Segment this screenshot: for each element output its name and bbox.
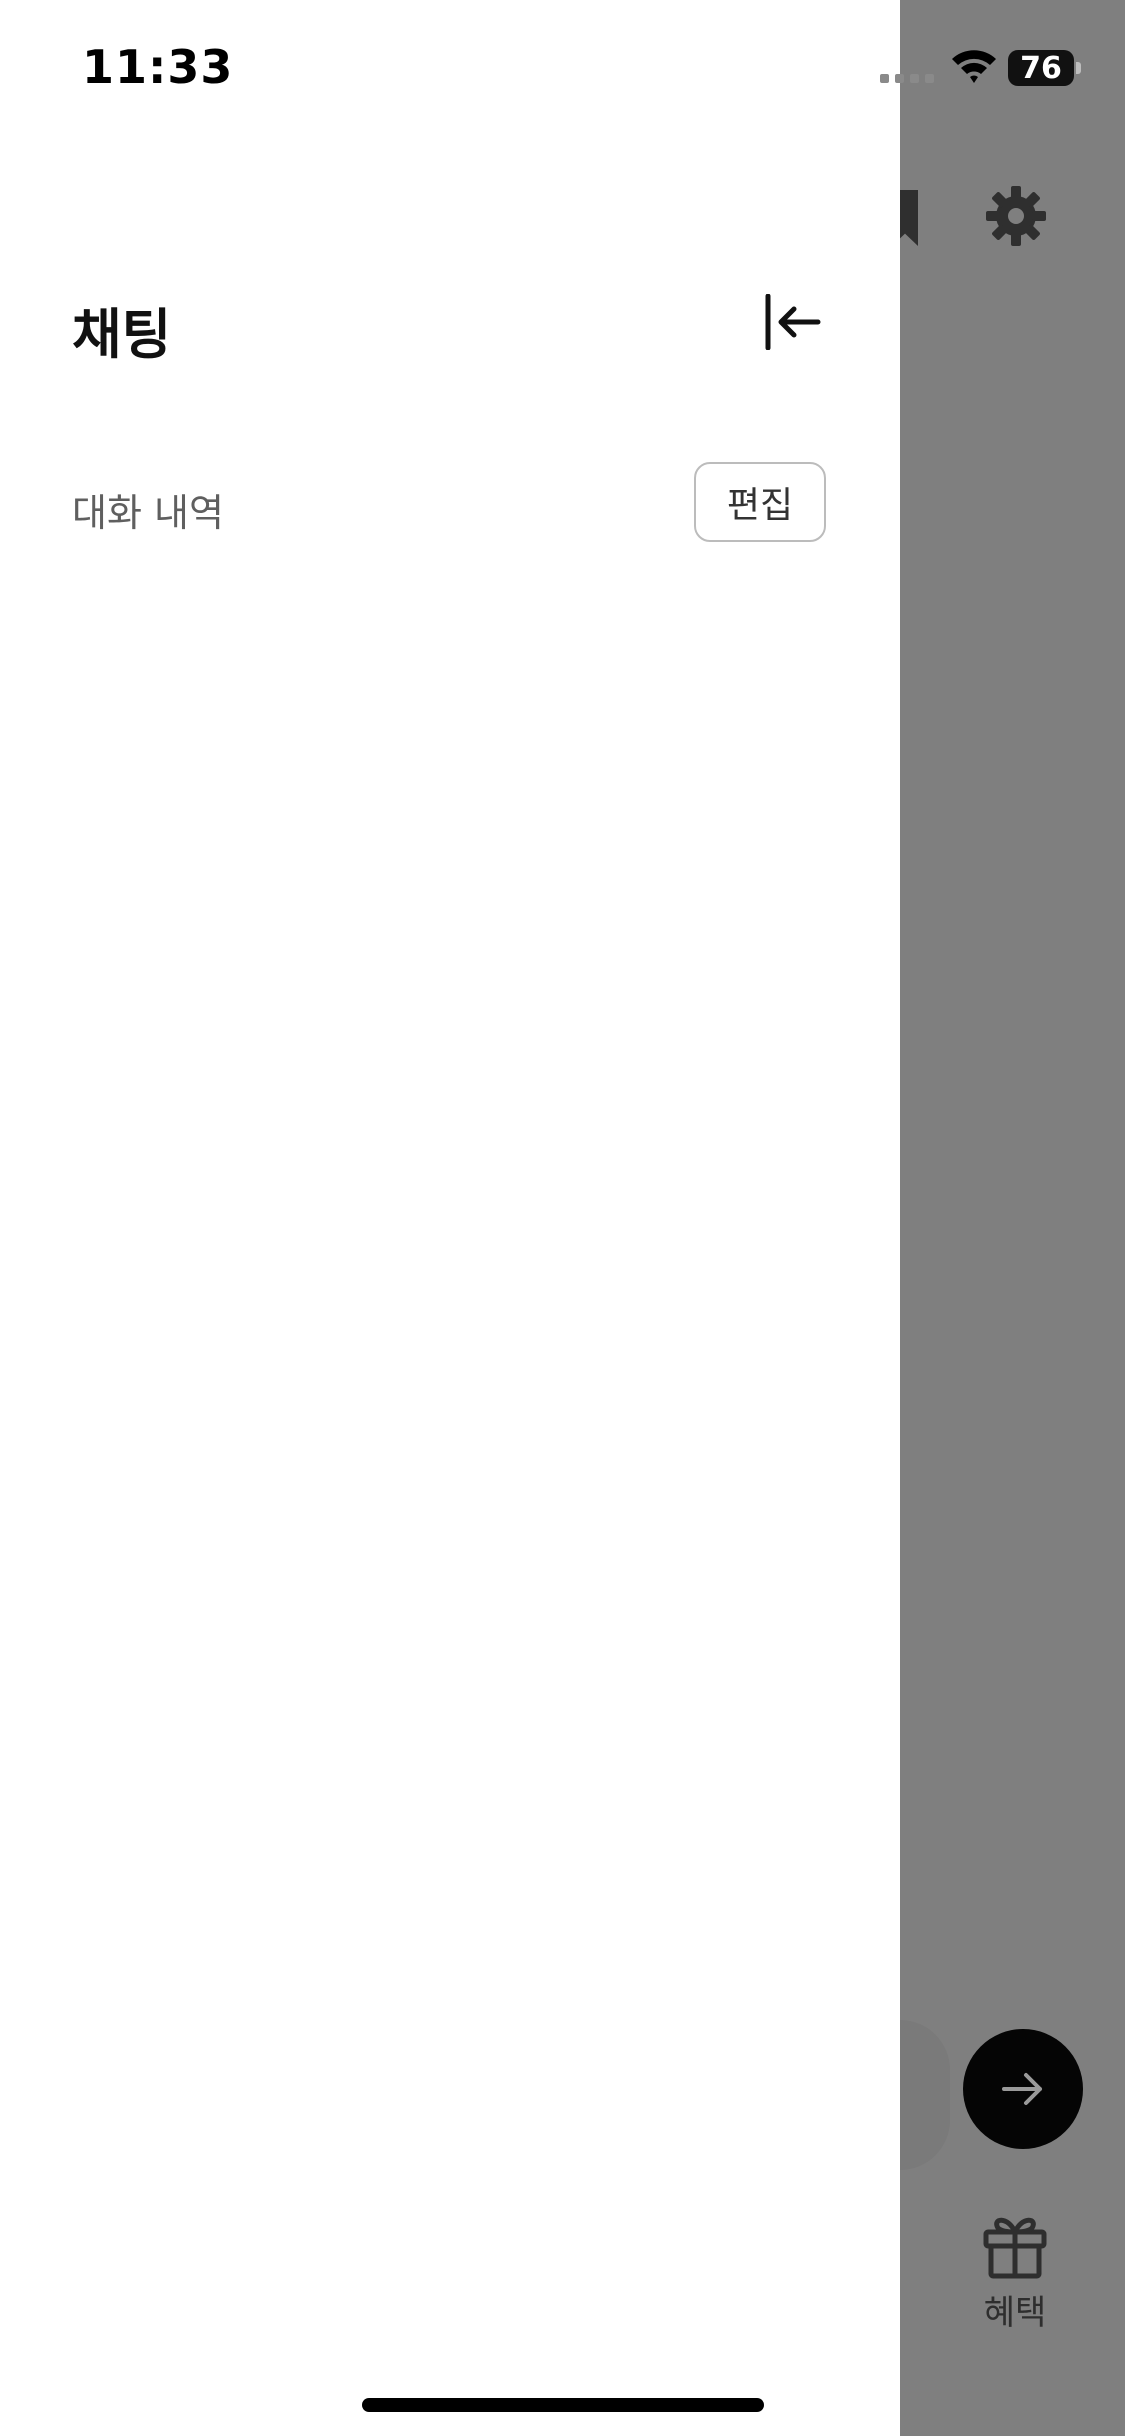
battery-indicator: 76 (1008, 50, 1074, 86)
benefits-tab-label[interactable]: 혜택 (960, 2285, 1070, 2334)
drawer-title: 채팅 (72, 303, 172, 366)
home-indicator[interactable] (362, 2398, 764, 2412)
wifi-icon (952, 50, 996, 83)
battery-cap (1076, 62, 1081, 74)
collapse-drawer-button[interactable] (756, 292, 828, 352)
chat-drawer: 11:33 채팅 대화 내역 편집 (0, 0, 900, 2436)
conversation-history-label: 대화 내역 (72, 491, 224, 535)
screen: 혜택 11:33 채팅 대화 내역 편집 76 (0, 0, 1125, 2436)
cellular-signal-icon (880, 74, 934, 83)
edit-button[interactable]: 편집 (694, 462, 826, 542)
collapse-left-icon (765, 294, 821, 350)
status-indicators: 76 (880, 46, 1081, 90)
send-button[interactable] (963, 2029, 1083, 2149)
gear-icon[interactable] (984, 184, 1048, 248)
status-time: 11:33 (82, 40, 234, 94)
arrow-right-icon (1002, 2073, 1042, 2105)
gift-icon[interactable] (980, 2210, 1050, 2280)
